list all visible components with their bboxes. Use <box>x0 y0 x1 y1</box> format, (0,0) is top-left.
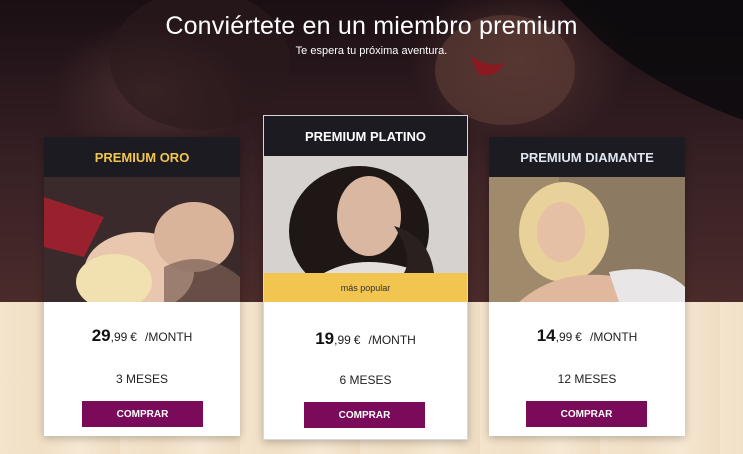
plan-duration: 6 MESES <box>339 373 392 387</box>
plan-card-diamante: PREMIUM DIAMANTE 14,99 € /MONTH 12 MESES C… <box>489 137 685 436</box>
plan-title-bar: PREMIUM PLATINO <box>264 116 467 156</box>
price-decimals: ,99 <box>110 330 128 344</box>
plan-title-bar: PREMIUM ORO <box>44 137 240 177</box>
page-title: Conviértete en un miembro premium <box>165 12 578 40</box>
model-photo-oro <box>44 177 240 302</box>
buy-button-oro[interactable]: COMPRAR <box>82 401 203 427</box>
popular-badge: más popular <box>264 273 467 302</box>
price-integer: 19 <box>315 329 335 348</box>
plan-price: 19,99 € /MONTH <box>264 329 467 349</box>
model-photo-diamante <box>489 177 685 302</box>
plan-photo <box>44 177 240 302</box>
page-subtitle: Te espera tu próxima aventura. <box>295 45 448 57</box>
price-period: /MONTH <box>589 330 638 344</box>
price-currency: € <box>353 333 361 347</box>
plan-photo <box>264 156 467 273</box>
buy-button-platino[interactable]: COMPRAR <box>304 402 425 428</box>
plan-name: PREMIUM ORO <box>94 149 190 165</box>
plan-name: PREMIUM DIAMANTE <box>520 149 654 165</box>
buy-button-diamante[interactable]: COMPRAR <box>526 401 647 427</box>
price-integer: 14 <box>536 326 556 345</box>
price-period: /MONTH <box>144 330 193 344</box>
plan-price: 29,99 € /MONTH <box>44 326 240 346</box>
price-integer: 29 <box>91 326 111 345</box>
plan-name: PREMIUM PLATINO <box>304 128 427 144</box>
price-decimals: ,99 <box>334 333 351 347</box>
price-currency: € <box>575 330 582 344</box>
plan-title-bar: PREMIUM DIAMANTE <box>489 137 685 177</box>
price-decimals: ,99 <box>555 330 573 344</box>
plan-duration: 3 MESES <box>115 372 169 386</box>
plan-duration: 12 MESES <box>557 372 617 386</box>
price-period: /MONTH <box>368 333 416 347</box>
plan-photo <box>489 177 685 302</box>
plan-card-platino: PREMIUM PLATINO más popular 19,99 € /MONTH… <box>263 115 468 440</box>
plan-price: 14,99 € /MONTH <box>489 326 685 346</box>
price-currency: € <box>130 330 137 344</box>
model-photo-platino <box>264 156 467 273</box>
plan-card-oro: PREMIUM ORO 29,99 € /MONTH 3 MESES COMPRAR <box>44 137 240 436</box>
